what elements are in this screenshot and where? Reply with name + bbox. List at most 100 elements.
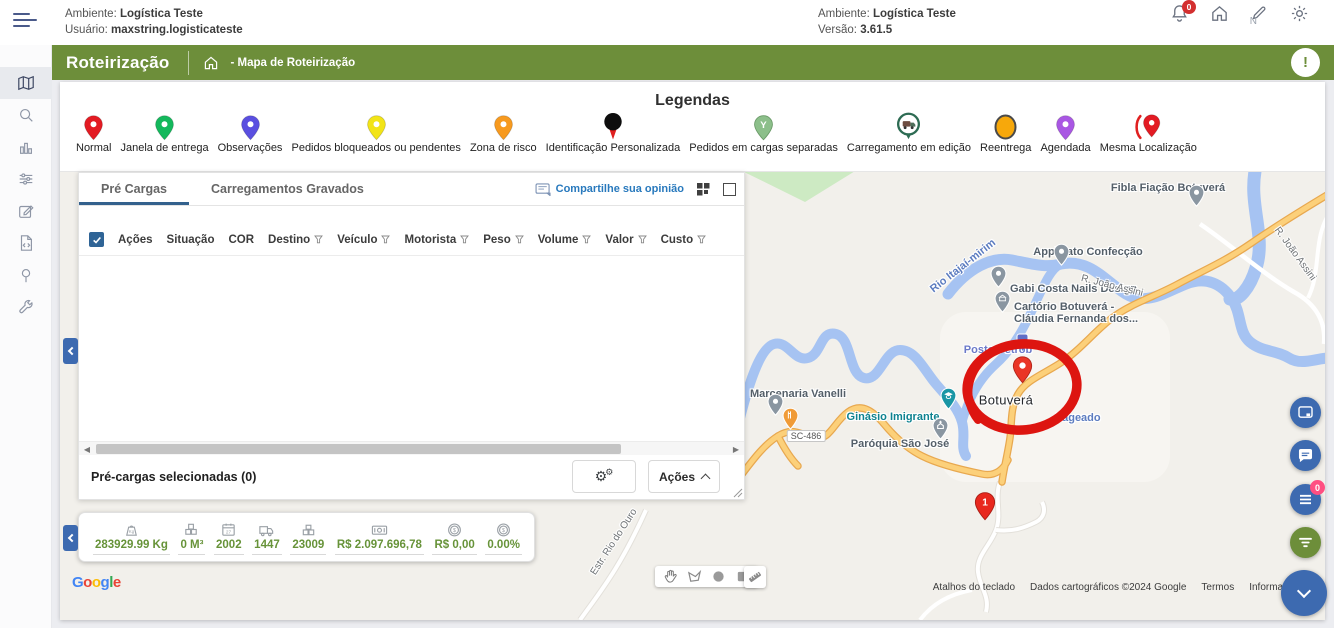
- filter-funnel-icon[interactable]: [638, 235, 647, 244]
- grid-view-icon[interactable]: [697, 183, 710, 196]
- map-label-water: Lageado: [1055, 412, 1100, 424]
- sidebar-item-pin-marker[interactable]: [0, 259, 52, 291]
- cubes-icon: [181, 521, 202, 538]
- stat-item: $R$ 0,00: [432, 521, 476, 556]
- collapse-panel-fab[interactable]: [1281, 570, 1327, 616]
- scrollbar-thumb[interactable]: [96, 444, 621, 454]
- truck-icon: [256, 521, 277, 538]
- horizontal-scrollbar[interactable]: ◀ ▶: [79, 441, 744, 455]
- column-settings-button[interactable]: ⚙⚙: [572, 460, 636, 493]
- map-poi-pin[interactable]: [1188, 184, 1205, 207]
- settings-gear-icon[interactable]: [1290, 4, 1310, 24]
- legend-title: Legendas: [60, 82, 1325, 110]
- alert-button[interactable]: !: [1291, 48, 1320, 77]
- table-body-empty: [79, 256, 744, 441]
- attribution-link[interactable]: Termos: [1201, 582, 1234, 593]
- map-icon: [17, 74, 35, 92]
- legend-item-label: Pedidos em cargas separadas: [689, 142, 838, 154]
- tab-pr-cargas[interactable]: Pré Cargas: [79, 173, 189, 205]
- column-header-cor: COR: [228, 234, 254, 246]
- collapse-table-tab[interactable]: [63, 338, 78, 364]
- legend-pin-icon: [601, 112, 625, 141]
- top-header: Ambiente: Logística Teste Usuário: maxst…: [0, 0, 1334, 45]
- filter-funnel-icon[interactable]: [515, 235, 524, 244]
- scroll-right-arrow[interactable]: ▶: [730, 443, 742, 455]
- routes-menu-fab[interactable]: 0: [1290, 484, 1321, 515]
- filter-funnel-icon[interactable]: [460, 235, 469, 244]
- weight-icon: Kg: [121, 521, 142, 538]
- totals-stats-bar: Kg283929.99 Kg0 M³272002144723009R$ 2.09…: [78, 512, 535, 562]
- chat-fab[interactable]: [1290, 440, 1321, 471]
- boxes-icon: [298, 521, 319, 538]
- actions-button[interactable]: Ações: [648, 460, 720, 493]
- map-school-pin[interactable]: [940, 387, 957, 410]
- route-marker-1[interactable]: 1: [974, 491, 996, 521]
- stat-value: 0 M³: [178, 539, 205, 556]
- icon-sidebar: [0, 45, 52, 628]
- legend-item-label: Carregamento em edição: [847, 142, 971, 154]
- sidebar-item-document[interactable]: [0, 227, 52, 259]
- legend-item-label: Zona de risco: [470, 142, 537, 154]
- map-gas-station-pin[interactable]: [1016, 333, 1029, 352]
- resize-handle[interactable]: [733, 488, 743, 498]
- column-header-peso: Peso: [483, 234, 524, 246]
- legend-pin-icon: [1055, 114, 1076, 141]
- attribution-link[interactable]: Atalhos do teclado: [933, 582, 1015, 593]
- wrench-icon: [17, 298, 35, 316]
- sidebar-item-search[interactable]: [0, 99, 52, 131]
- legend-pin-icon: [83, 114, 104, 141]
- map-church-pin[interactable]: [932, 417, 949, 440]
- map-restaurant-pin[interactable]: [782, 407, 799, 430]
- map-poi-pin[interactable]: [990, 265, 1007, 288]
- legend-pin-icon: [1134, 113, 1163, 141]
- legend-pin-icon: [493, 114, 514, 141]
- legend-item-label: Janela de entrega: [121, 142, 209, 154]
- maximize-icon[interactable]: [723, 183, 736, 196]
- legend-item-observa-es: Observações: [218, 114, 283, 154]
- column-header-valor: Valor: [605, 234, 646, 246]
- sidebar-item-sliders[interactable]: [0, 163, 52, 195]
- sidebar-item-bar-chart[interactable]: [0, 131, 52, 163]
- polygon-draw-icon[interactable]: [687, 569, 702, 584]
- pre-cargas-panel: Pré CargasCarregamentos Gravados Compart…: [78, 172, 745, 500]
- botuvera-marker-pin[interactable]: [1012, 355, 1033, 384]
- routing-card: Legendas NormalJanela de entregaObservaç…: [60, 82, 1325, 620]
- svg-text:Y: Y: [760, 120, 767, 131]
- map-poi-pin[interactable]: [1053, 243, 1070, 266]
- menu-icon[interactable]: [13, 13, 37, 31]
- filter-fab[interactable]: [1290, 527, 1321, 558]
- collapse-stats-tab[interactable]: [63, 525, 78, 551]
- table-header-row: AçõesSituaçãoCORDestinoVeículoMotoristaP…: [79, 232, 744, 256]
- feedback-link[interactable]: Compartilhe sua opinião: [535, 183, 684, 196]
- pan-hand-icon[interactable]: [663, 569, 678, 584]
- measure-ruler-icon[interactable]: [744, 566, 766, 588]
- filter-funnel-icon[interactable]: [381, 235, 390, 244]
- circle-draw-icon[interactable]: [711, 569, 726, 584]
- column-header-a-es: Ações: [118, 234, 153, 246]
- sidebar-item-map[interactable]: [0, 67, 52, 99]
- tab-carregamentos-gravados[interactable]: Carregamentos Gravados: [189, 173, 386, 205]
- legend-item-label: Identificação Personalizada: [546, 142, 681, 154]
- scroll-left-arrow[interactable]: ◀: [81, 443, 93, 455]
- language-indicator: N: [1250, 16, 1257, 27]
- sidebar-item-wrench[interactable]: [0, 291, 52, 323]
- chevron-down-icon: [1297, 584, 1311, 598]
- notifications-bell-icon[interactable]: 0: [1170, 4, 1190, 24]
- sidebar-item-edit-square[interactable]: [0, 195, 52, 227]
- google-logo[interactable]: Google: [72, 574, 121, 591]
- home-icon[interactable]: [1210, 4, 1230, 24]
- map-building-pin[interactable]: [994, 290, 1011, 313]
- stat-value: 0.00%: [485, 539, 522, 556]
- breadcrumb-home-icon[interactable]: [203, 55, 219, 71]
- legend-item-label: Mesma Localização: [1100, 142, 1197, 154]
- filter-funnel-icon[interactable]: [697, 235, 706, 244]
- edit-square-icon: [17, 202, 35, 220]
- filter-funnel-icon[interactable]: [314, 235, 323, 244]
- select-all-checkbox[interactable]: [89, 232, 104, 247]
- legend-pin-icon: Y: [753, 114, 774, 141]
- filter-funnel-icon[interactable]: [582, 235, 591, 244]
- version-info: Ambiente: Logística Teste Versão: 3.61.5: [818, 6, 956, 38]
- bar-chart-icon: [17, 138, 35, 156]
- document-icon: [17, 234, 35, 252]
- map-screenshot-fab[interactable]: [1290, 397, 1321, 428]
